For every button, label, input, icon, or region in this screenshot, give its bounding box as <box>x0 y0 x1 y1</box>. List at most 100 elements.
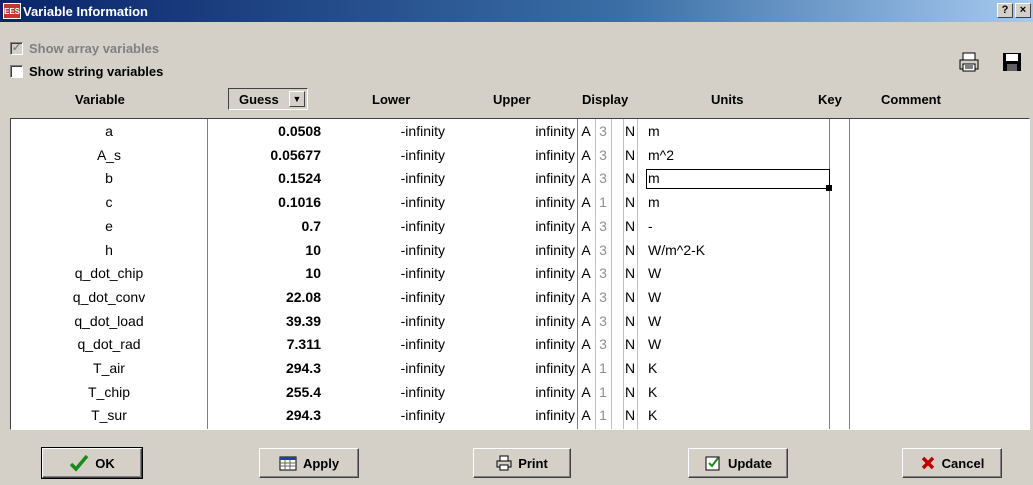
cell-name[interactable]: T_sur <box>11 407 207 423</box>
cell-upper[interactable]: infinity <box>445 407 575 423</box>
printer-icon[interactable] <box>955 48 983 76</box>
table-row[interactable]: e 0.7 -infinity infinity A 3 N - <box>11 217 1029 236</box>
cell-units[interactable]: m <box>648 123 660 139</box>
cell-n[interactable]: N <box>623 265 637 281</box>
cell-name[interactable]: a <box>11 123 207 139</box>
cell-fmt[interactable]: A <box>577 147 595 163</box>
cell-digits[interactable]: 3 <box>595 313 611 329</box>
cell-name[interactable]: q_dot_conv <box>11 289 207 305</box>
cell-digits[interactable]: 1 <box>595 407 611 423</box>
cell-n[interactable]: N <box>623 384 637 400</box>
cell-upper[interactable]: infinity <box>445 289 575 305</box>
table-row[interactable]: A_s 0.05677 -infinity infinity A 3 Nm^2 <box>11 146 1029 165</box>
cell-guess[interactable]: 294.3 <box>207 407 321 423</box>
table-row[interactable]: q_dot_conv 22.08 -infinity infinity A 3 N W <box>11 288 1029 307</box>
cell-digits[interactable]: 1 <box>595 384 611 400</box>
chevron-down-icon[interactable]: ▼ <box>289 91 305 107</box>
help-button[interactable]: ? <box>997 3 1013 18</box>
cell-guess[interactable]: 0.1524 <box>207 170 321 186</box>
cell-guess[interactable]: 10 <box>207 265 321 281</box>
cell-upper[interactable]: infinity <box>445 123 575 139</box>
cell-lower[interactable]: -infinity <box>321 194 445 210</box>
cell-guess[interactable]: 7.311 <box>207 336 321 352</box>
cell-units[interactable]: W/m^2-K <box>648 242 705 258</box>
cell-name[interactable]: q_dot_load <box>11 313 207 329</box>
cell-upper[interactable]: infinity <box>445 265 575 281</box>
cell-lower[interactable]: -infinity <box>321 289 445 305</box>
cell-upper[interactable]: infinity <box>445 218 575 234</box>
guess-dropdown[interactable]: Guess ▼ <box>228 88 308 110</box>
cell-fmt[interactable]: A <box>577 265 595 281</box>
cell-units[interactable]: m^2 <box>648 147 674 163</box>
cancel-button[interactable]: Cancel <box>902 448 1002 478</box>
cell-guess[interactable]: 255.4 <box>207 384 321 400</box>
table-row[interactable]: q_dot_rad 7.311 -infinity infinity A 3 N W <box>11 335 1029 354</box>
cell-name[interactable]: b <box>11 170 207 186</box>
table-row[interactable]: T_sur 294.3 -infinity infinity A 1 N K <box>11 406 1029 425</box>
print-button[interactable]: Print <box>473 448 571 478</box>
floppy-disk-icon[interactable] <box>998 48 1026 76</box>
table-row[interactable]: b 0.1524 -infinity infinity A 3 Nm <box>11 169 1029 188</box>
cell-n[interactable]: N <box>623 289 637 305</box>
cell-units[interactable]: W <box>648 265 661 281</box>
cell-n[interactable]: N <box>623 360 637 376</box>
cell-fmt[interactable]: A <box>577 170 595 186</box>
cell-digits[interactable]: 3 <box>595 147 611 163</box>
cell-units[interactable]: W <box>648 313 661 329</box>
cell-fmt[interactable]: A <box>577 123 595 139</box>
cell-guess[interactable]: 22.08 <box>207 289 321 305</box>
cell-units[interactable]: - <box>648 218 653 234</box>
cell-name[interactable]: T_chip <box>11 384 207 400</box>
cell-fmt[interactable]: A <box>577 407 595 423</box>
cell-n[interactable]: N <box>623 147 637 163</box>
cell-n[interactable]: N <box>623 194 637 210</box>
cell-digits[interactable]: 1 <box>595 194 611 210</box>
variable-table[interactable]: a 0.0508 -infinity infinity A 3 Nm A_s 0.05677 -i… <box>10 118 1030 430</box>
table-row[interactable]: T_air 294.3 -infinity infinity A 1 N K <box>11 359 1029 378</box>
cell-digits[interactable]: 3 <box>595 123 611 139</box>
cell-n[interactable]: N <box>623 336 637 352</box>
cell-digits[interactable]: 3 <box>595 289 611 305</box>
cell-fmt[interactable]: A <box>577 360 595 376</box>
cell-units[interactable]: W <box>648 289 661 305</box>
cell-n[interactable]: N <box>623 218 637 234</box>
close-button[interactable]: × <box>1015 3 1031 18</box>
cell-units[interactable]: m <box>648 194 660 210</box>
cell-fmt[interactable]: A <box>577 218 595 234</box>
cell-fmt[interactable]: A <box>577 384 595 400</box>
table-row[interactable]: h 10 -infinity infinity A 3 N W/m^2-K <box>11 241 1029 260</box>
cell-lower[interactable]: -infinity <box>321 336 445 352</box>
table-row[interactable]: T_chip 255.4 -infinity infinity A 1 N K <box>11 383 1029 402</box>
cell-lower[interactable]: -infinity <box>321 147 445 163</box>
cell-units[interactable]: K <box>648 360 657 376</box>
cell-upper[interactable]: infinity <box>445 360 575 376</box>
cell-fmt[interactable]: A <box>577 336 595 352</box>
cell-units[interactable]: K <box>648 407 657 423</box>
cell-upper[interactable]: infinity <box>445 242 575 258</box>
cell-lower[interactable]: -infinity <box>321 313 445 329</box>
cell-units[interactable]: m <box>648 170 660 186</box>
apply-button[interactable]: Apply <box>259 448 359 478</box>
cell-digits[interactable]: 3 <box>595 242 611 258</box>
cell-upper[interactable]: infinity <box>445 194 575 210</box>
cell-units[interactable]: W <box>648 336 661 352</box>
cell-digits[interactable]: 3 <box>595 265 611 281</box>
cell-guess[interactable]: 0.05677 <box>207 147 321 163</box>
cell-digits[interactable]: 3 <box>595 336 611 352</box>
table-row[interactable]: q_dot_load 39.39 -infinity infinity A 3 N W <box>11 312 1029 331</box>
cell-units[interactable]: K <box>648 384 657 400</box>
update-button[interactable]: Update <box>688 448 788 478</box>
cell-n[interactable]: N <box>623 242 637 258</box>
cell-n[interactable]: N <box>623 407 637 423</box>
cell-guess[interactable]: 294.3 <box>207 360 321 376</box>
cell-lower[interactable]: -infinity <box>321 384 445 400</box>
cell-n[interactable]: N <box>623 313 637 329</box>
table-row[interactable]: q_dot_chip 10 -infinity infinity A 3 N W <box>11 264 1029 283</box>
ok-button[interactable]: OK <box>41 447 143 479</box>
cell-name[interactable]: T_air <box>11 360 207 376</box>
cell-digits[interactable]: 3 <box>595 218 611 234</box>
cell-lower[interactable]: -infinity <box>321 170 445 186</box>
cell-guess[interactable]: 0.1016 <box>207 194 321 210</box>
cell-lower[interactable]: -infinity <box>321 265 445 281</box>
show-string-option[interactable]: Show string variables <box>10 64 163 79</box>
